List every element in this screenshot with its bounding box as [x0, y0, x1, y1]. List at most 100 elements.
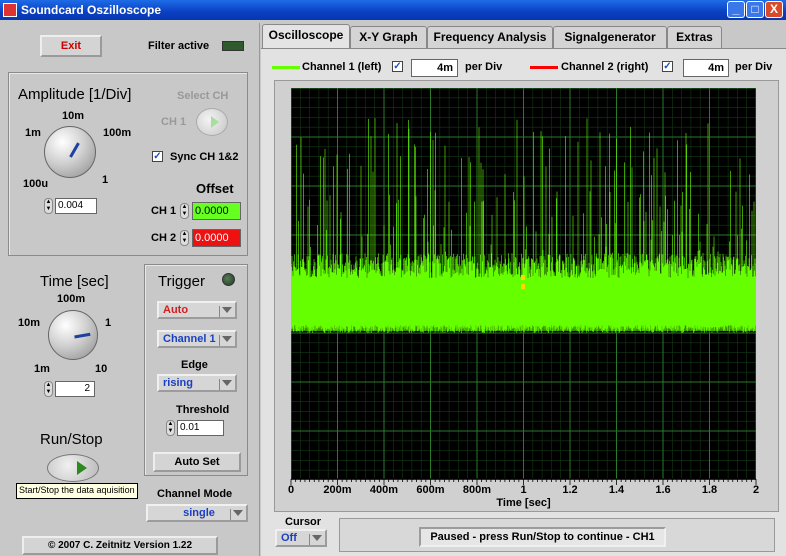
chevron-down-icon — [219, 306, 232, 317]
amp-tick-100u: 100u — [23, 178, 49, 190]
minimize-icon: _ — [732, 2, 740, 16]
ch2-legend-label: Channel 2 (right) — [561, 61, 649, 73]
offset-ch1-spinner[interactable]: ▲ ▼ — [180, 203, 189, 219]
time-tick-10: 10 — [95, 363, 108, 375]
runstop-title: Run/Stop — [40, 431, 103, 448]
trigger-title: Trigger — [158, 273, 205, 290]
maximize-button[interactable]: □ — [746, 1, 764, 18]
ch1-per-div-input[interactable]: 4m — [411, 59, 458, 77]
x-tick-label: 2 — [753, 484, 759, 496]
cursor-dropdown[interactable]: Off — [275, 529, 327, 547]
x-tick-label: 1.2 — [562, 484, 577, 496]
sync-checkbox[interactable]: ✓ — [152, 151, 163, 162]
amplitude-knob-pointer — [69, 142, 80, 158]
time-tick-10m: 10m — [18, 317, 41, 329]
offset-title: Offset — [196, 181, 234, 196]
x-tick-label: 1 — [520, 484, 526, 496]
amplitude-knob[interactable] — [44, 126, 96, 178]
runstop-button[interactable] — [47, 454, 99, 482]
ch1-per-div-label: per Div — [465, 61, 503, 73]
select-ch-value: CH 1 — [161, 116, 187, 128]
tab-xy-graph[interactable]: X-Y Graph — [350, 26, 427, 48]
status-text: Paused - press Run/Stop to continue - CH… — [419, 527, 666, 547]
threshold-label: Threshold — [176, 404, 230, 416]
exit-button[interactable]: Exit — [40, 35, 102, 57]
time-tick-1m: 1m — [34, 363, 50, 375]
ch1-legend-line — [272, 66, 300, 69]
trigger-channel-value: Channel 1 — [163, 333, 216, 345]
ch2-legend-line — [530, 66, 558, 69]
time-spinner[interactable]: ▲ ▼ — [44, 381, 53, 397]
window-title: Soundcard Oszilloscope — [21, 3, 162, 17]
x-axis-label: Time [sec] — [496, 497, 551, 509]
x-tick-label: 0 — [288, 484, 294, 496]
channel-mode-value: single — [183, 507, 215, 519]
offset-ch1-label: CH 1 — [151, 205, 177, 217]
chevron-down-icon — [219, 379, 232, 390]
amp-tick-1m: 1m — [25, 127, 41, 139]
x-tick-label: 800m — [463, 484, 491, 496]
time-knob-pointer — [74, 332, 91, 339]
filter-active-label: Filter active — [148, 40, 210, 52]
amplitude-title: Amplitude [1/Div] — [18, 86, 132, 103]
close-icon: X — [769, 2, 778, 16]
trigger-channel-dropdown[interactable]: Channel 1 — [157, 330, 237, 348]
ch1-legend-label: Channel 1 (left) — [302, 61, 382, 73]
divider — [259, 23, 260, 556]
ch2-visible-checkbox[interactable]: ✓ — [662, 61, 673, 72]
x-tick-label: 400m — [370, 484, 398, 496]
channel-mode-dropdown[interactable]: single — [146, 504, 248, 522]
edge-label: Edge — [181, 359, 208, 371]
select-ch-arrow-icon — [211, 116, 219, 128]
select-ch-button[interactable] — [196, 108, 228, 136]
maximize-icon: □ — [751, 2, 759, 16]
filter-led[interactable] — [222, 41, 244, 51]
runstop-tooltip: Start/Stop the data aquisition — [16, 483, 138, 499]
x-tick-label: 600m — [416, 484, 444, 496]
app-icon — [3, 3, 17, 17]
x-axis: 0 200m 400m 600m 800m 1 1.2 1.4 1.6 1.8 2 Time [sec… — [288, 478, 759, 509]
sync-label: Sync CH 1&2 — [170, 151, 239, 163]
oscilloscope-graph[interactable] — [291, 88, 756, 480]
play-icon — [77, 461, 87, 475]
offset-ch2-label: CH 2 — [151, 232, 177, 244]
amp-tick-100m: 100m — [103, 127, 132, 139]
ch1-visible-checkbox[interactable]: ✓ — [392, 61, 403, 72]
title-bar: Soundcard Oszilloscope _ □ X — [0, 0, 786, 20]
chevron-down-icon — [230, 509, 243, 520]
chevron-down-icon — [219, 335, 232, 346]
offset-ch2-spinner[interactable]: ▲ ▼ — [180, 230, 189, 246]
tab-extras[interactable]: Extras — [667, 26, 722, 48]
time-knob[interactable] — [48, 310, 98, 360]
copyright-label: © 2007 C. Zeitnitz Version 1.22 — [22, 536, 218, 555]
amplitude-value-input[interactable]: 0.004 — [55, 198, 97, 214]
ch2-per-div-label: per Div — [735, 61, 773, 73]
offset-ch2-input[interactable]: 0.0000 — [192, 229, 241, 247]
cursor-marker — [521, 275, 525, 280]
trigger-mode-dropdown[interactable]: Auto — [157, 301, 237, 319]
amplitude-spinner[interactable]: ▲ ▼ — [44, 198, 53, 214]
tab-frequency-analysis[interactable]: Frequency Analysis — [427, 26, 553, 48]
trigger-mode-value: Auto — [163, 304, 189, 316]
trigger-led — [222, 273, 235, 286]
select-ch-label: Select CH — [177, 90, 229, 102]
x-tick-label: 1.4 — [609, 484, 625, 496]
x-tick-label: 1.6 — [655, 484, 670, 496]
threshold-spinner[interactable]: ▲ ▼ — [166, 420, 175, 436]
time-value-input[interactable]: 2 — [55, 381, 95, 397]
close-button[interactable]: X — [765, 1, 783, 18]
tab-oscilloscope[interactable]: Oscilloscope — [262, 24, 350, 48]
x-tick-label: 200m — [323, 484, 351, 496]
amp-tick-10m: 10m — [62, 110, 85, 122]
minimize-button[interactable]: _ — [727, 1, 745, 18]
edge-value: rising — [163, 377, 193, 389]
ch2-per-div-input[interactable]: 4m — [683, 59, 729, 77]
time-tick-100m: 100m — [57, 293, 86, 305]
cursor-marker — [521, 284, 525, 289]
tab-signalgenerator[interactable]: Signalgenerator — [553, 26, 667, 48]
edge-dropdown[interactable]: rising — [157, 374, 237, 392]
auto-set-button[interactable]: Auto Set — [153, 452, 241, 472]
channel-mode-label: Channel Mode — [157, 488, 233, 500]
offset-ch1-input[interactable]: 0.0000 — [192, 202, 241, 220]
threshold-input[interactable]: 0.01 — [177, 420, 224, 436]
